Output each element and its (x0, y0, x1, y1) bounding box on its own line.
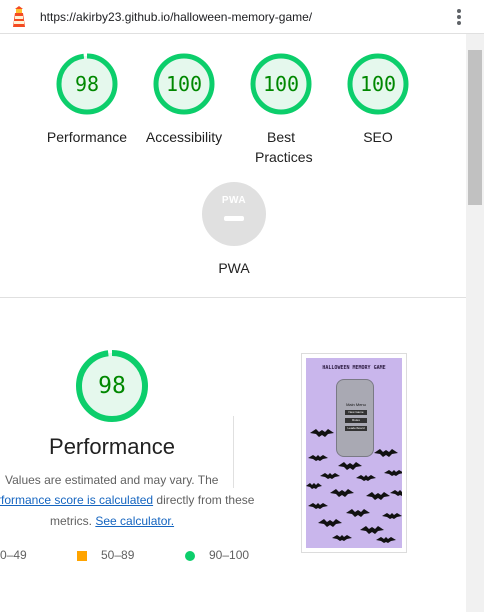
see-calculator-link[interactable]: See calculator. (95, 514, 174, 528)
pwa-gauge[interactable]: PWA (202, 182, 266, 246)
vertical-divider (233, 416, 234, 488)
legend-average-range: 50–89 (101, 548, 135, 562)
screenshot-menu-title: Main Menu (346, 402, 366, 407)
score-gauge-best-practices[interactable]: 100 (249, 52, 313, 116)
legend-fail-range: 0–49 (0, 548, 27, 562)
screenshot-menu-button: Leaderboard (345, 426, 367, 431)
score-label: Performance (46, 129, 128, 145)
screenshot-menu-button: New Game (345, 410, 367, 415)
perf-description-line1: Values are estimated and may vary. The (5, 473, 219, 487)
kebab-menu-icon[interactable] (452, 8, 466, 28)
score-label: Best Practices (255, 129, 313, 165)
score-value: 100 (165, 72, 203, 96)
score-calculation-link[interactable]: rformance score is calculated (0, 493, 153, 507)
performance-score-value: 98 (98, 373, 126, 399)
scrollbar-thumb[interactable] (468, 50, 482, 205)
screenshot-title: HALLOWEEN MEMORY GAME (322, 365, 386, 371)
pwa-badge: PWA (221, 195, 247, 206)
lighthouse-icon (13, 6, 25, 27)
score-value: 100 (359, 72, 397, 96)
performance-score-gauge: 98 (75, 349, 149, 423)
score-gauge-seo[interactable]: 100 (346, 52, 410, 116)
screenshot-menu-card: Main Menu New Game Rules Leaderboard (336, 379, 374, 457)
legend-average-square-icon (77, 551, 87, 561)
report-url[interactable]: https://akirby23.github.io/halloween-mem… (40, 10, 312, 24)
score-value: 98 (74, 72, 100, 96)
perf-description-line3: metrics. See calculator. (50, 514, 175, 528)
report-header: https://akirby23.github.io/halloween-mem… (0, 0, 484, 34)
section-divider (0, 297, 466, 298)
score-label: SEO (363, 129, 393, 145)
page-screenshot-thumbnail[interactable]: HALLOWEEN MEMORY GAME Main Menu New Game… (301, 353, 407, 553)
score-label: Accessibility (145, 129, 223, 145)
perf-description-line2: rformance score is calculated directly f… (0, 493, 254, 507)
legend-pass-range: 90–100 (209, 548, 250, 562)
score-gauge-accessibility[interactable]: 100 (152, 52, 216, 116)
score-gauge-performance[interactable]: 98 (55, 52, 119, 116)
performance-title: Performance (49, 434, 175, 459)
score-value: 100 (262, 72, 300, 96)
screenshot-menu-button: Rules (345, 418, 367, 423)
pwa-label: PWA (218, 260, 250, 276)
screenshot-canvas: HALLOWEEN MEMORY GAME Main Menu New Game… (306, 358, 402, 548)
pwa-dash-icon (224, 216, 244, 221)
legend-pass-circle-icon (185, 551, 195, 561)
